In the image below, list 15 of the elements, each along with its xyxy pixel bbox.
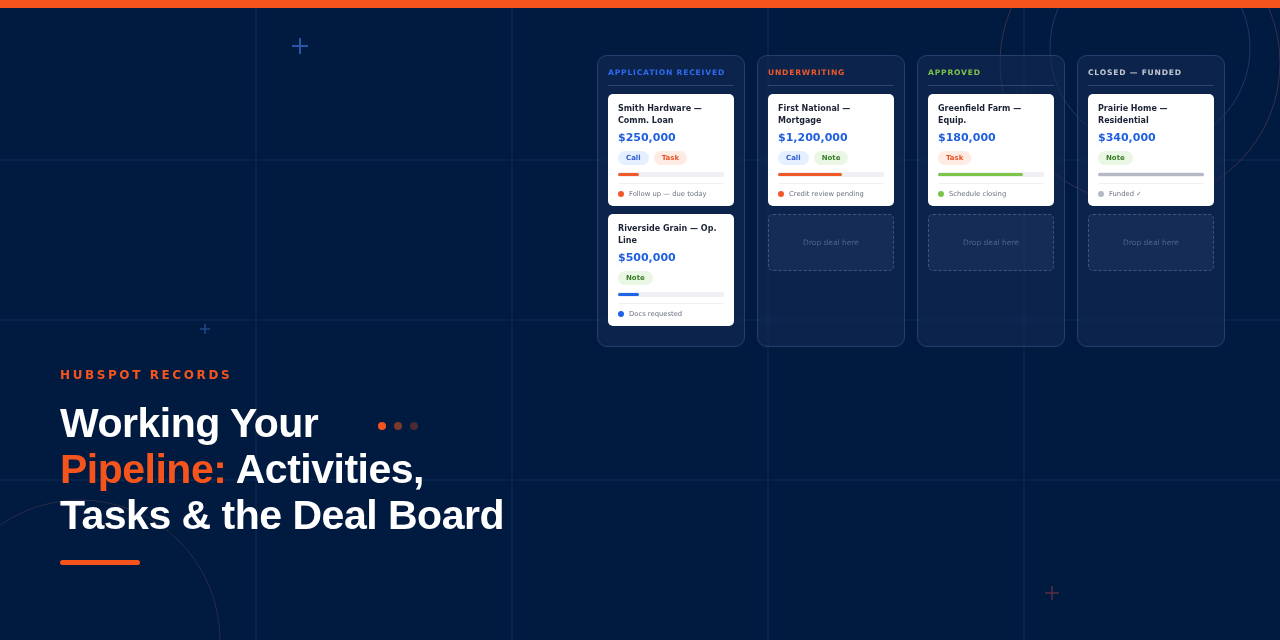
deal-amount: $250,000 bbox=[618, 131, 677, 144]
dots-icon bbox=[378, 422, 421, 430]
deal-name: Smith Hardware — Comm. Loan bbox=[618, 103, 703, 127]
deal-amount: $180,000 bbox=[938, 131, 997, 144]
deal-name: Greenfield Farm — Equip. bbox=[938, 103, 1023, 127]
deal-name: First National — Mortgage bbox=[778, 103, 852, 127]
deal-amount: $340,000 bbox=[1098, 131, 1157, 144]
deal-amount: $1,200,000 bbox=[778, 131, 849, 144]
deal-name: Prairie Home — Residential bbox=[1098, 103, 1169, 127]
headline-line: Working Your bbox=[60, 400, 319, 446]
eyebrow-label: HUBSPOT RECORDS bbox=[60, 368, 234, 382]
headline-line: Tasks & the Deal Board bbox=[60, 492, 504, 538]
deal-name: Riverside Grain — Op. Line bbox=[618, 223, 718, 247]
headline-line: Pipeline: Activities, bbox=[60, 446, 424, 492]
deal-amount: $500,000 bbox=[618, 251, 677, 264]
